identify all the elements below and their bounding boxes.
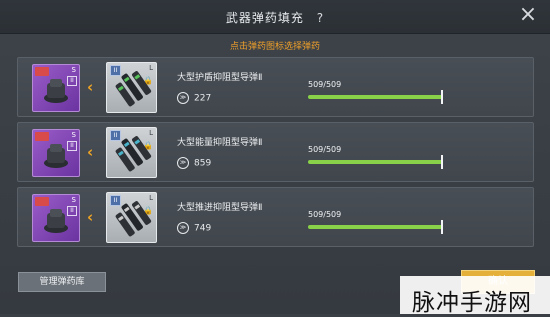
ammo-select-icon[interactable]: II L 🔒 xyxy=(106,127,157,178)
dialog-title-text: 武器弹药填充 xyxy=(225,11,304,25)
equipment-slot-icon[interactable]: S II xyxy=(32,194,80,242)
ammo-row-2: S II ‹ II L 🔒 大型能量抑阻型导弹Ⅱ ≫ 859 509/509 xyxy=(17,122,534,182)
selection-hint: 点击弹药图标选择弹药 xyxy=(229,42,320,52)
chevron-left-icon: ‹ xyxy=(87,143,94,161)
dialog-title: 武器弹药填充 ? xyxy=(0,9,550,26)
ammo-count-value: 227 xyxy=(194,93,212,104)
chevron-left-icon: ‹ xyxy=(87,208,94,226)
capacity-slider-handle[interactable] xyxy=(441,90,443,104)
chevron-left-icon: ‹ xyxy=(87,78,94,96)
capacity-fill xyxy=(308,225,443,229)
ammo-count-value: 859 xyxy=(194,158,212,169)
ammo-count-icon: ≫ xyxy=(177,222,189,234)
ammo-select-icon[interactable]: II L 🔒 xyxy=(106,192,157,243)
dialog-header: 武器弹药填充 ? × xyxy=(0,0,550,34)
equipment-slot-icon[interactable]: S II xyxy=(32,64,80,112)
capacity-bar xyxy=(308,225,443,229)
capacity-text: 509/509 xyxy=(308,80,342,89)
ammo-name: 大型能量抑阻型导弹Ⅱ xyxy=(177,138,263,148)
capacity-slider-handle[interactable] xyxy=(441,155,443,169)
help-icon[interactable]: ? xyxy=(317,11,324,25)
ammo-select-icon[interactable]: II L 🔒 xyxy=(106,62,157,113)
capacity-slider-handle[interactable] xyxy=(441,220,443,234)
missile-icon xyxy=(115,136,152,172)
ammo-count: ≫ 749 xyxy=(177,222,211,234)
equipment-slot-icon[interactable]: S II xyxy=(32,129,80,177)
capacity-fill xyxy=(308,95,443,99)
ammo-count-icon: ≫ xyxy=(177,157,189,169)
missile-icon xyxy=(115,71,152,107)
watermark-text: 脉冲手游网 xyxy=(412,290,532,316)
capacity-text: 509/509 xyxy=(308,145,342,154)
ammo-count-value: 749 xyxy=(194,223,212,234)
close-icon[interactable]: × xyxy=(518,4,538,26)
capacity-bar xyxy=(308,95,443,99)
ammo-row-1: S II ‹ II L 🔒 大型护盾抑阻型导弹Ⅱ ≫ 227 509/509 xyxy=(17,57,534,117)
manage-ammo-button[interactable]: 管理弹药库 xyxy=(18,272,106,292)
ammo-fill-dialog: 武器弹药填充 ? × 点击弹药图标选择弹药 S II ‹ II L 🔒 大型护盾… xyxy=(0,0,550,316)
missile-icon xyxy=(115,201,152,237)
ammo-count: ≫ 227 xyxy=(177,92,211,104)
capacity-fill xyxy=(308,160,443,164)
capacity-text: 509/509 xyxy=(308,210,342,219)
ammo-count-icon: ≫ xyxy=(177,92,189,104)
capacity-bar xyxy=(308,160,443,164)
launcher-icon xyxy=(44,79,68,103)
ammo-name: 大型推进抑阻型导弹Ⅱ xyxy=(177,203,263,213)
launcher-icon xyxy=(44,209,68,233)
ammo-name: 大型护盾抑阻型导弹Ⅱ xyxy=(177,73,263,83)
ammo-count: ≫ 859 xyxy=(177,157,211,169)
launcher-icon xyxy=(44,144,68,168)
ammo-row-3: S II ‹ II L 🔒 大型推进抑阻型导弹Ⅱ ≫ 749 509/509 xyxy=(17,187,534,247)
